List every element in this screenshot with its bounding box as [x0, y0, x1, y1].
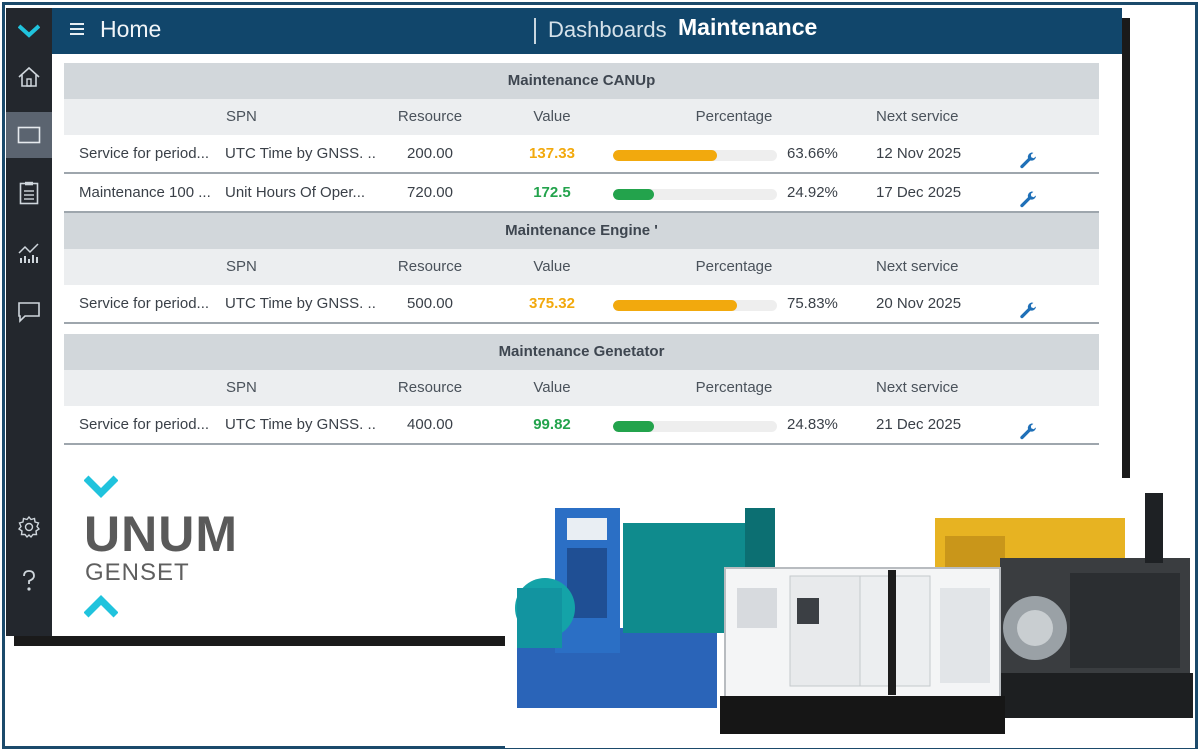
resource-cell: 500.00: [407, 295, 453, 312]
resource-cell: 200.00: [407, 145, 453, 162]
percentage-cell: 24.83%: [787, 416, 838, 433]
generator-photo: [505, 478, 1195, 748]
column-header-value: Value: [533, 108, 571, 125]
spn-cell: Unit Hours Of Oper...: [225, 184, 366, 201]
logo-chevron-down-icon: [84, 475, 118, 498]
home-link[interactable]: Home: [100, 16, 161, 43]
table-row[interactable]: Service for period... UTC Time by GNSS. .…: [64, 406, 1099, 445]
value-cell: 137.33: [529, 145, 575, 162]
percentage-cell: 75.83%: [787, 295, 838, 312]
column-header-spn: SPN: [226, 108, 257, 125]
dashboards-breadcrumb[interactable]: Dashboards: [548, 17, 667, 43]
percentage-cell: 63.66%: [787, 145, 838, 162]
spn-cell: UTC Time by GNSS. ...: [225, 295, 375, 312]
progress-bar: [613, 150, 777, 161]
wrench-icon[interactable]: [1019, 146, 1037, 169]
logo-subtitle: GENSET: [85, 559, 190, 586]
maintenance-name: Maintenance 100 ...: [79, 184, 211, 201]
next-service-cell: 21 Dec 2025: [876, 416, 962, 433]
progress-bar: [613, 300, 777, 311]
next-service-cell: 17 Dec 2025: [876, 184, 962, 201]
progress-bar-fill: [613, 189, 654, 200]
top-bar: Home Dashboards Maintenance: [52, 8, 1122, 54]
wrench-icon[interactable]: [1019, 417, 1037, 440]
column-header-next-service: Next service: [876, 108, 959, 125]
page-title: Maintenance: [678, 14, 818, 40]
maintenance-name: Service for period...: [79, 295, 210, 312]
spn-cell: UTC Time by GNSS. ...: [225, 145, 375, 162]
section-title: Maintenance Genetator: [64, 334, 1099, 370]
column-header-value: Value: [533, 379, 571, 396]
column-header-resource: Resource: [397, 379, 463, 396]
progress-bar-fill: [613, 150, 718, 161]
column-header-next-service: Next service: [876, 379, 959, 396]
resource-cell: 720.00: [407, 184, 453, 201]
column-header-resource: Resource: [397, 108, 463, 125]
title-separator: [534, 18, 536, 44]
column-header-spn: SPN: [226, 379, 257, 396]
column-header-next-service: Next service: [876, 258, 959, 275]
next-service-cell: 20 Nov 2025: [876, 295, 962, 312]
next-service-cell: 12 Nov 2025: [876, 145, 962, 162]
sidebar-logo-chevron-icon[interactable]: [6, 8, 52, 54]
percentage-cell: 24.92%: [787, 184, 838, 201]
section-title: Maintenance CANUp: [64, 63, 1099, 99]
progress-bar-fill: [613, 421, 654, 432]
sidebar-help-icon[interactable]: [6, 558, 52, 604]
logo-word: UNUM: [84, 506, 238, 562]
column-header-row: SPN Resource Value Percentage Next service: [64, 249, 1099, 285]
column-header-percentage: Percentage: [695, 379, 773, 396]
column-header-spn: SPN: [226, 258, 257, 275]
table-row[interactable]: Maintenance 100 ... Unit Hours Of Oper...…: [64, 174, 1099, 213]
unum-genset-logo: UNUM GENSET: [82, 475, 237, 625]
column-header-percentage: Percentage: [695, 108, 773, 125]
sidebar-chart-icon[interactable]: [6, 230, 52, 276]
value-cell: 172.5: [533, 184, 571, 201]
column-header-row: SPN Resource Value Percentage Next service: [64, 370, 1099, 406]
hamburger-menu-icon[interactable]: [70, 23, 84, 37]
column-header-resource: Resource: [397, 258, 463, 275]
sidebar-home-icon[interactable]: [6, 54, 52, 100]
value-cell: 99.82: [533, 416, 571, 433]
logo-chevron-up-icon: [84, 595, 118, 618]
spn-cell: UTC Time by GNSS. ...: [225, 416, 375, 433]
wrench-icon[interactable]: [1019, 185, 1037, 208]
resource-cell: 400.00: [407, 416, 453, 433]
sidebar-report-icon[interactable]: [6, 170, 52, 216]
section-title: Maintenance Engine ': [64, 213, 1099, 249]
sidebar-chat-icon[interactable]: [6, 289, 52, 335]
column-header-percentage: Percentage: [695, 258, 773, 275]
value-cell: 375.32: [529, 295, 575, 312]
sidebar-settings-icon[interactable]: [6, 504, 52, 550]
sidebar-dashboard-icon[interactable]: [6, 112, 52, 158]
table-row[interactable]: Service for period... UTC Time by GNSS. .…: [64, 135, 1099, 174]
maintenance-tables: Maintenance CANUp SPN Resource Value Percent…: [64, 63, 1099, 445]
progress-bar-fill: [613, 300, 738, 311]
column-header-value: Value: [533, 258, 571, 275]
maintenance-name: Service for period...: [79, 416, 210, 433]
maintenance-name: Service for period...: [79, 145, 210, 162]
progress-bar: [613, 189, 777, 200]
table-row[interactable]: Service for period... UTC Time by GNSS. .…: [64, 285, 1099, 324]
progress-bar: [613, 421, 777, 432]
wrench-icon[interactable]: [1019, 296, 1037, 319]
sidebar: [6, 8, 52, 636]
column-header-row: SPN Resource Value Percentage Next service: [64, 99, 1099, 135]
